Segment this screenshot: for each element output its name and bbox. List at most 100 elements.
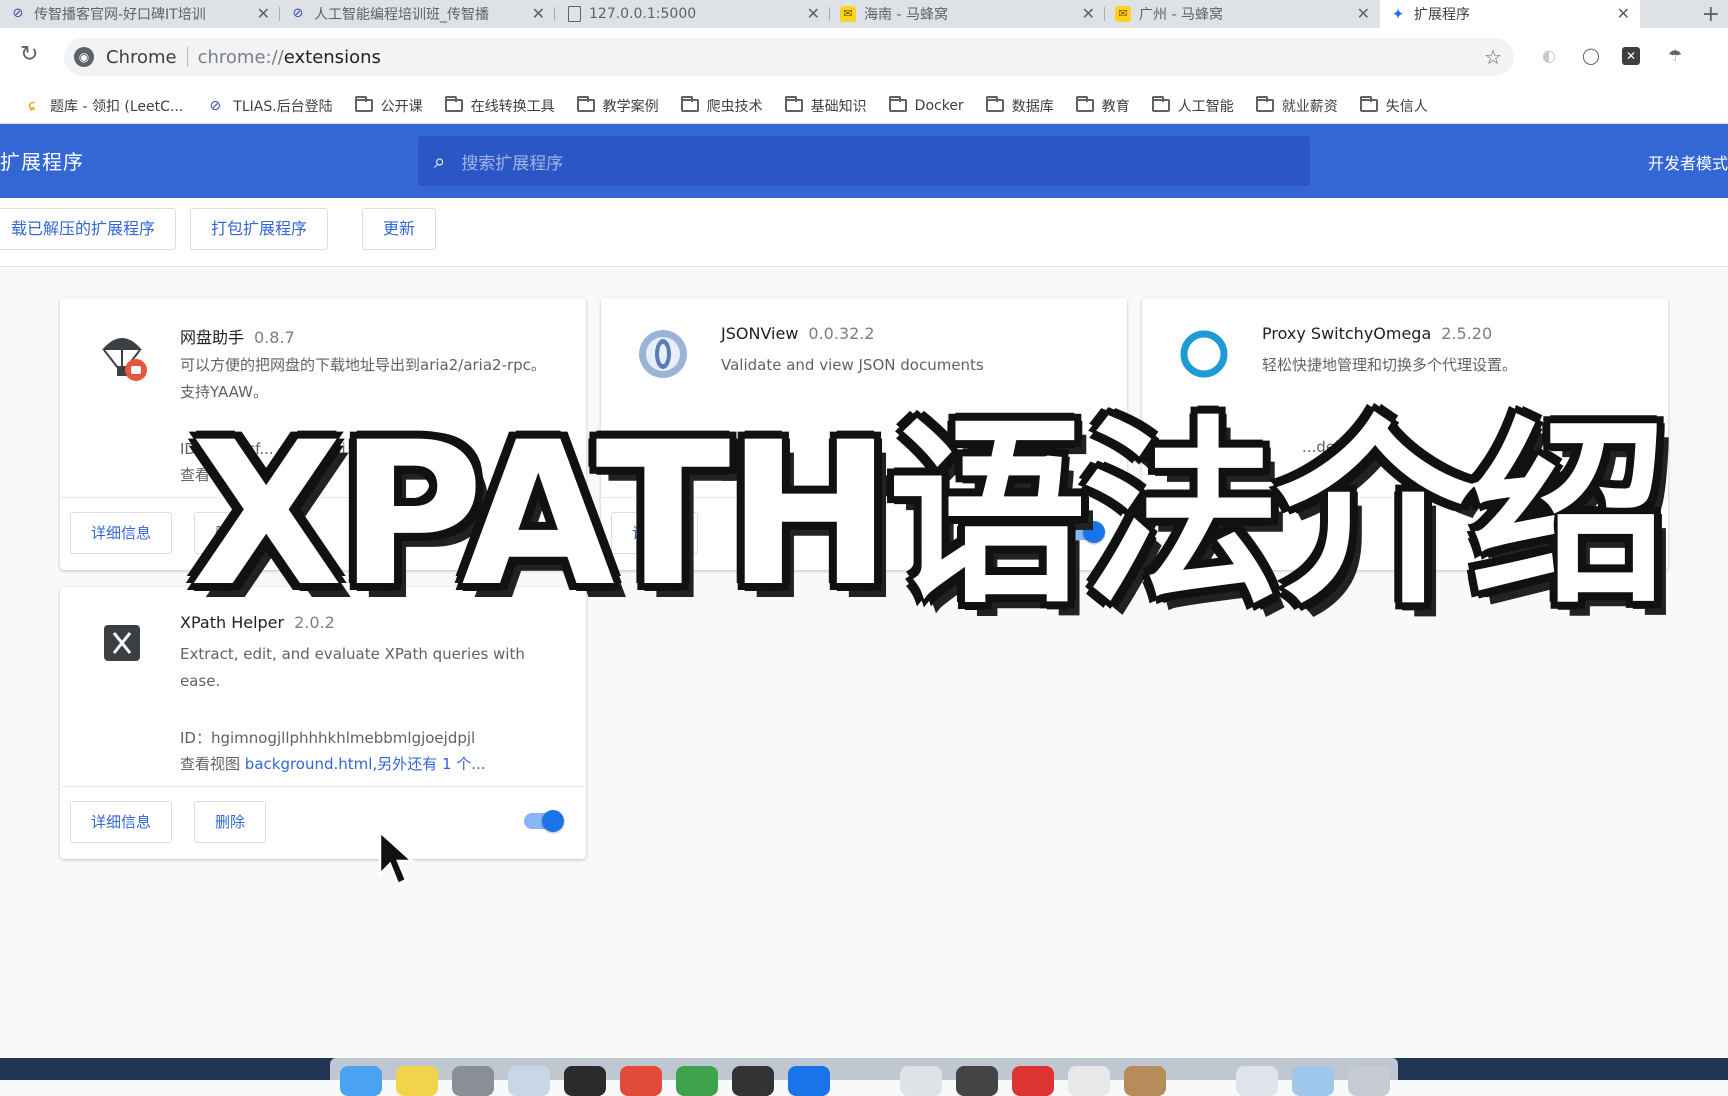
enable-toggle[interactable] [524, 810, 564, 832]
bookmark-folder[interactable]: 教学案例 [576, 96, 659, 116]
app-blue-icon[interactable] [788, 1066, 830, 1096]
folder-icon [444, 96, 463, 112]
extension-name: JSONView 0.0.32.2 [721, 324, 875, 343]
mouse-cursor-icon [378, 830, 416, 886]
developer-mode-toggle[interactable]: 开发者模式 [1648, 150, 1728, 174]
tab-title: 广州 - 马蜂窝 [1139, 7, 1223, 23]
bookmark-label: 基础知识 [810, 98, 867, 115]
load-unpacked-button[interactable]: 载已解压的扩展程序 [0, 208, 177, 250]
bookmark-label: 失信人 [1385, 98, 1428, 115]
name-text: Proxy SwitchyOmega [1262, 324, 1432, 343]
search-placeholder: 搜索扩展程序 [461, 153, 564, 174]
browser-toolbar: ↻ ◉ Chrome chrome:// extensions ☆ ◐ ◯ ✕ … [0, 28, 1728, 88]
new-tab-button[interactable]: + [1702, 2, 1720, 27]
bookmark-folder[interactable]: 公开课 [354, 96, 423, 116]
tab-title: 海南 - 马蜂窝 [864, 7, 948, 23]
terminal-icon[interactable] [564, 1066, 606, 1096]
tab-2[interactable]: 127.0.0.1:5000 ✕ [555, 0, 830, 28]
tab-5-active[interactable]: ✦ 扩展程序 ✕ [1380, 0, 1640, 28]
bookmark-label: 就业薪资 [1281, 98, 1338, 115]
close-icon[interactable]: ✕ [1082, 5, 1095, 23]
details-button[interactable]: 详细信息 [70, 801, 173, 843]
leetcode-icon: ɕ [28, 97, 36, 114]
circle-extension-icon[interactable]: ◯ [1580, 45, 1602, 67]
name-text: JSONView [721, 324, 799, 343]
views-label: 查看视图 [180, 755, 241, 773]
app-red2-icon[interactable] [1012, 1066, 1054, 1096]
reload-icon[interactable]: ↻ [20, 42, 38, 67]
omnibox-divider [186, 47, 188, 67]
app-dark-icon[interactable] [732, 1066, 774, 1096]
bookmark-label: 教学案例 [602, 98, 659, 115]
ring-logo-icon: ⊘ [292, 6, 304, 21]
bookmark-folder[interactable]: 就业薪资 [1255, 96, 1338, 116]
bookmark-tlias[interactable]: ⊘ TLIAS.后台登陆 [205, 96, 332, 116]
mafengwo-logo-icon: ✉ [840, 6, 856, 22]
bookmark-leetcode[interactable]: ɕ 题库 - 领扣 (LeetC... [22, 96, 183, 116]
search-icon: ⌕ [434, 149, 446, 173]
tab-strip: ⊘ 传智播客官网-好口碑IT培训 ✕ ⊘ 人工智能编程培训班_传智播 ✕ 127… [0, 0, 1728, 28]
bookmark-folder[interactable]: Docker [888, 96, 964, 114]
address-bar[interactable]: ◉ Chrome chrome:// extensions ☆ [64, 38, 1514, 76]
app-green-icon[interactable] [676, 1066, 718, 1096]
folder-icon [576, 96, 595, 112]
bookmark-folder[interactable]: 数据库 [985, 96, 1054, 116]
close-icon[interactable]: ✕ [807, 5, 820, 23]
bookmark-folder[interactable]: 教育 [1075, 96, 1130, 116]
tab-3[interactable]: ✉ 海南 - 马蜂窝 ✕ [830, 0, 1105, 28]
bookmark-folder[interactable]: 爬虫技术 [680, 96, 763, 116]
page-title: 扩展程序 [0, 150, 84, 174]
close-icon[interactable]: ✕ [257, 5, 270, 23]
bookmark-star-icon[interactable]: ☆ [1484, 45, 1502, 69]
folder-icon [784, 96, 803, 112]
search-extensions-input[interactable]: ⌕ 搜索扩展程序 [418, 136, 1310, 186]
puzzle-icon: ✦ [1391, 5, 1405, 23]
app-grey-icon[interactable] [1068, 1066, 1110, 1096]
extension-description: Extract, edit, and evaluate XPath querie… [180, 645, 525, 690]
extension-version: 0.8.7 [254, 328, 295, 347]
update-button[interactable]: 更新 [362, 208, 437, 250]
bookmark-label: 数据库 [1011, 98, 1054, 115]
overlay-title: XPATH语法介绍 [190, 399, 1668, 630]
folder-icon [354, 96, 373, 112]
app-dark2-icon[interactable] [956, 1066, 998, 1096]
close-icon[interactable]: ✕ [1617, 5, 1630, 23]
trash-icon[interactable] [1348, 1066, 1390, 1096]
bookmark-folder[interactable]: 在线转换工具 [444, 96, 555, 116]
tab-0[interactable]: ⊘ 传智播客官网-好口碑IT培训 ✕ [0, 0, 280, 28]
parachute-icon [102, 338, 147, 381]
app-brown-icon[interactable] [1124, 1066, 1166, 1096]
bookmarks-bar: ɕ 题库 - 领扣 (LeetC... ⊘ TLIAS.后台登陆 公开课 在线转… [0, 88, 1728, 124]
mafengwo-logo-icon: ✉ [1115, 6, 1131, 22]
ring-logo-icon: ⊘ [12, 6, 24, 21]
remove-button[interactable]: 删除 [194, 801, 267, 843]
folder-icon [1075, 96, 1094, 112]
bookmark-folder[interactable]: 基础知识 [784, 96, 867, 116]
bookmark-folder[interactable]: 失信人 [1359, 96, 1428, 116]
launchpad-icon[interactable] [452, 1066, 494, 1096]
bookmark-folder[interactable]: 人工智能 [1151, 96, 1234, 116]
switchyomega-icon [1180, 330, 1228, 378]
xpath-extension-icon[interactable]: ✕ [1622, 47, 1640, 65]
folder-dock-icon[interactable] [1236, 1066, 1278, 1096]
parachute-extension-icon[interactable]: ☂ [1664, 45, 1686, 67]
chrome-site-icon[interactable]: ◉ [74, 47, 94, 67]
tab-1[interactable]: ⊘ 人工智能编程培训班_传智播 ✕ [280, 0, 555, 28]
views-link[interactable]: background.html,另外还有 1 个... [245, 755, 486, 773]
bookmark-label: Docker [914, 97, 964, 114]
pack-extension-button[interactable]: 打包扩展程序 [190, 208, 329, 250]
app-red-icon[interactable] [620, 1066, 662, 1096]
details-button[interactable]: 详细信息 [70, 512, 173, 554]
extension-icon-a[interactable]: ◐ [1538, 45, 1560, 67]
app-light-icon[interactable] [900, 1066, 942, 1096]
page-icon [568, 6, 581, 22]
finder-icon[interactable] [340, 1066, 382, 1096]
tab-4[interactable]: ✉ 广州 - 马蜂窝 ✕ [1105, 0, 1380, 28]
close-icon[interactable]: ✕ [1357, 5, 1370, 23]
downloads-dock-icon[interactable] [1292, 1066, 1334, 1096]
close-icon[interactable]: ✕ [532, 5, 545, 23]
safari-icon[interactable] [508, 1066, 550, 1096]
notes-icon[interactable] [396, 1066, 438, 1096]
ring-logo-icon: ⊘ [209, 97, 222, 114]
bookmark-label: 公开课 [380, 98, 423, 115]
